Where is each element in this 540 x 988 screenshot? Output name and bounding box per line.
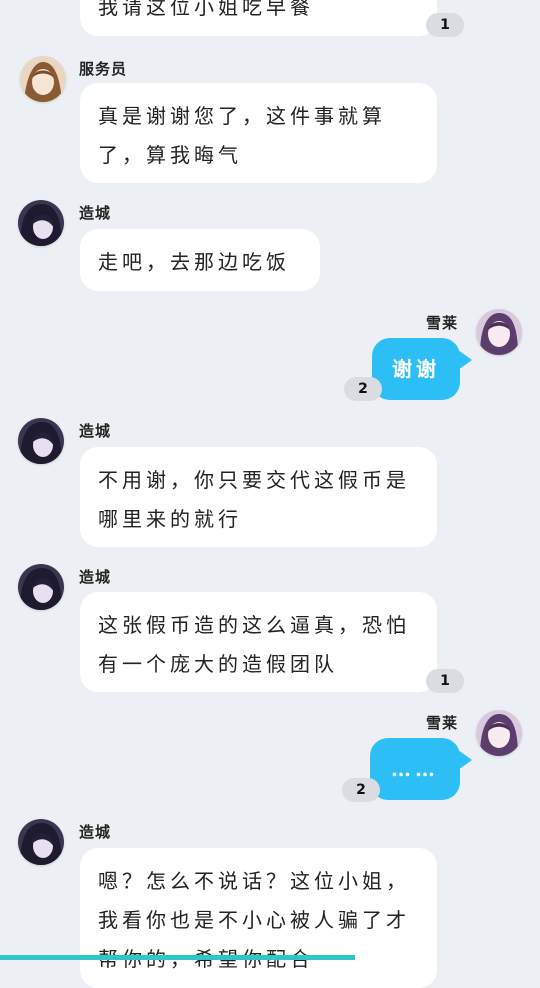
message-bubble[interactable]: 嗯？怎么不说话？这位小姐，我看你也是不小心被人骗了才帮你的，希望你配合 bbox=[80, 848, 437, 988]
avatar[interactable] bbox=[20, 56, 66, 102]
sender-name: 造城 bbox=[79, 422, 112, 440]
read-count-badge: 2 bbox=[342, 778, 380, 802]
avatar[interactable] bbox=[18, 200, 64, 246]
bubble-tail bbox=[458, 350, 472, 370]
message-bubble[interactable]: …… bbox=[370, 738, 460, 800]
sender-name: 雪莱 bbox=[426, 714, 459, 732]
read-count-badge: 2 bbox=[344, 377, 382, 401]
message-text: 走吧，去那边吃饭 bbox=[98, 250, 290, 274]
avatar[interactable] bbox=[18, 418, 64, 464]
progress-bar bbox=[0, 955, 355, 960]
message-bubble[interactable]: 不用谢，你只要交代这假币是哪里来的就行 bbox=[80, 447, 437, 547]
sender-name: 造城 bbox=[79, 568, 112, 586]
sender-name: 造城 bbox=[79, 823, 112, 841]
avatar[interactable] bbox=[476, 710, 522, 756]
message-text: 这张假币造的这么逼真，恐怕有一个庞大的造假团队 bbox=[98, 613, 410, 676]
message-text: …… bbox=[391, 756, 439, 781]
message-text: 真是谢谢您了，这件事就算了，算我晦气 bbox=[98, 104, 386, 167]
message-text: 不用谢，你只要交代这假币是哪里来的就行 bbox=[98, 468, 410, 531]
message-bubble[interactable]: 真是谢谢您了，这件事就算了，算我晦气 bbox=[80, 83, 437, 183]
read-count-badge: 1 bbox=[426, 13, 464, 37]
sender-name: 服务员 bbox=[79, 60, 128, 78]
sender-name: 造城 bbox=[79, 204, 112, 222]
bubble-tail bbox=[458, 750, 472, 770]
message-text: 我请这位小姐吃早餐 bbox=[98, 0, 314, 19]
message-bubble[interactable]: 谢谢 bbox=[372, 338, 460, 400]
avatar[interactable] bbox=[18, 564, 64, 610]
message-bubble[interactable]: 这张假币造的这么逼真，恐怕有一个庞大的造假团队 bbox=[80, 592, 437, 692]
message-bubble[interactable]: 我请这位小姐吃早餐 bbox=[80, 0, 437, 36]
message-text: 谢谢 bbox=[392, 356, 440, 381]
sender-name: 雪莱 bbox=[426, 314, 459, 332]
avatar[interactable] bbox=[18, 819, 64, 865]
read-count-badge: 1 bbox=[426, 669, 464, 693]
message-bubble[interactable]: 走吧，去那边吃饭 bbox=[80, 229, 320, 291]
avatar[interactable] bbox=[476, 309, 522, 355]
